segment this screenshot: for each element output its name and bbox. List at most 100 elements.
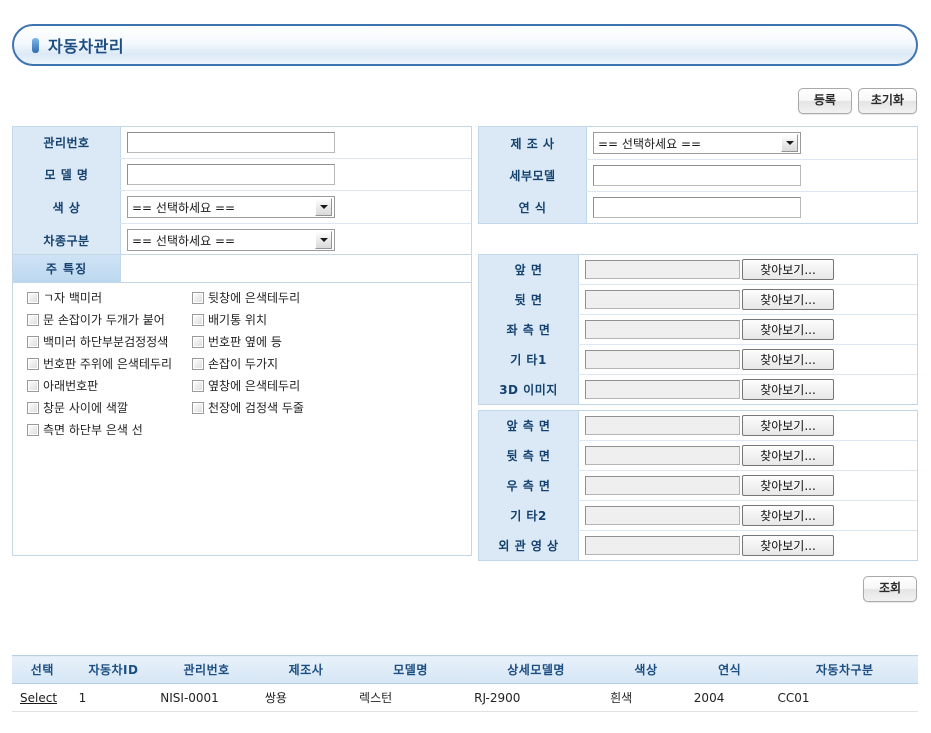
cell-year: 2004 <box>687 683 772 712</box>
feature-column-1: ㄱ자 백미러문 손잡이가 두개가 붙어백미러 하단부분검정정색번호판 주위에 은… <box>27 291 192 445</box>
select-value: == 선택하세요 == <box>598 136 702 151</box>
upload-path-input[interactable] <box>585 350 740 369</box>
feature-panel-title: 주 특징 <box>13 255 121 282</box>
checkbox-icon[interactable] <box>192 336 204 348</box>
basic-field-row: 세부모델 <box>479 160 917 192</box>
checkbox-icon[interactable] <box>27 358 39 370</box>
basic-field-row: 차종구분 == 선택하세요 == <box>13 224 471 256</box>
basic-field-value: == 선택하세요 == <box>587 127 917 159</box>
checkbox-icon[interactable] <box>27 424 39 436</box>
basic-field-select[interactable]: == 선택하세요 == <box>593 132 801 154</box>
feature-checkbox-item[interactable]: 천장에 검정색 두줄 <box>192 401 357 417</box>
feature-checkbox-item[interactable]: 손잡이 두가지 <box>192 357 357 373</box>
checkbox-icon[interactable] <box>192 314 204 326</box>
upload-path-input[interactable] <box>585 320 740 339</box>
upload-browse-button[interactable]: 찾아보기... <box>742 505 834 526</box>
cell-detail-model: RJ-2900 <box>468 683 605 712</box>
cell-car-id: 1 <box>72 683 155 712</box>
upload-path-input[interactable] <box>585 416 740 435</box>
upload-label: 우 측 면 <box>479 471 579 500</box>
basic-field-input[interactable] <box>127 164 335 185</box>
upload-path-input[interactable] <box>585 380 740 399</box>
feature-checkbox-label: ㄱ자 백미러 <box>43 291 103 305</box>
checkbox-icon[interactable] <box>27 314 39 326</box>
upload-value: 찾아보기... <box>579 531 917 560</box>
upload-path-input[interactable] <box>585 536 740 555</box>
feature-checkbox-item[interactable]: 창문 사이에 색깔 <box>27 401 192 417</box>
feature-checkbox-item[interactable]: 문 손잡이가 두개가 붙어 <box>27 313 192 329</box>
basic-field-label: 색 상 <box>13 191 121 223</box>
search-button-wrap: 조회 <box>863 576 917 602</box>
upload-path-input[interactable] <box>585 446 740 465</box>
upload-browse-button[interactable]: 찾아보기... <box>742 379 834 400</box>
results-column-header: 자동차구분 <box>771 655 918 684</box>
feature-checkbox-item[interactable]: 백미러 하단부분검정정색 <box>27 335 192 351</box>
checkbox-icon[interactable] <box>192 402 204 414</box>
feature-checkbox-item[interactable]: 번호판 옆에 등 <box>192 335 357 351</box>
upload-path-input[interactable] <box>585 506 740 525</box>
upload-value: 찾아보기... <box>579 375 917 404</box>
upload-browse-button[interactable]: 찾아보기... <box>742 259 834 280</box>
feature-checkbox-label: 손잡이 두가지 <box>208 357 279 371</box>
reset-button[interactable]: 초기화 <box>857 88 917 114</box>
basic-field-input[interactable] <box>593 197 801 218</box>
checkbox-icon[interactable] <box>192 380 204 392</box>
upload-row: 3D 이미지 찾아보기... <box>479 375 917 404</box>
feature-checkbox-item[interactable]: 측면 하단부 은색 선 <box>27 423 192 439</box>
feature-checkbox-item[interactable]: ㄱ자 백미러 <box>27 291 192 307</box>
upload-row: 외 관 영 상 찾아보기... <box>479 531 917 560</box>
checkbox-icon[interactable] <box>192 292 204 304</box>
basic-field-select[interactable]: == 선택하세요 == <box>127 229 335 251</box>
checkbox-icon[interactable] <box>27 380 39 392</box>
upload-row: 뒷 면 찾아보기... <box>479 285 917 315</box>
cell-select[interactable]: Select <box>12 683 73 712</box>
basic-field-input[interactable] <box>127 132 335 153</box>
basic-field-label: 모 델 명 <box>13 159 121 190</box>
register-button[interactable]: 등록 <box>797 88 852 114</box>
upload-browse-button[interactable]: 찾아보기... <box>742 289 834 310</box>
table-row[interactable]: Select 1 NISI-0001 쌍용 렉스턴 RJ-2900 흰색 2004 CC01 <box>12 683 918 712</box>
page-title: 자동차관리 <box>48 37 125 56</box>
basic-field-input[interactable] <box>593 165 801 186</box>
upload-browse-button[interactable]: 찾아보기... <box>742 445 834 466</box>
results-column-header: 제조사 <box>258 655 354 684</box>
upload-value: 찾아보기... <box>579 285 917 314</box>
feature-checkbox-item[interactable]: 옆창에 은색테두리 <box>192 379 357 395</box>
upload-label: 앞 면 <box>479 255 579 284</box>
chevron-down-icon[interactable] <box>315 198 332 216</box>
upload-browse-button[interactable]: 찾아보기... <box>742 319 834 340</box>
basic-field-label: 차종구분 <box>13 224 121 256</box>
upload-path-input[interactable] <box>585 290 740 309</box>
basic-field-row: 모 델 명 <box>13 159 471 191</box>
upload-path-input[interactable] <box>585 260 740 279</box>
feature-checkbox-label: 번호판 옆에 등 <box>208 335 282 349</box>
feature-checkbox-item[interactable]: 배기통 위치 <box>192 313 357 329</box>
feature-checkbox-label: 뒷창에 은색테두리 <box>208 291 301 305</box>
feature-checkbox-item[interactable]: 번호판 주위에 은색테두리 <box>27 357 192 373</box>
upload-value: 찾아보기... <box>579 501 917 530</box>
upload-browse-button[interactable]: 찾아보기... <box>742 475 834 496</box>
upload-browse-button[interactable]: 찾아보기... <box>742 349 834 370</box>
feature-checkbox-item[interactable]: 아래번호판 <box>27 379 192 395</box>
page-header: 자동차관리 <box>12 24 918 66</box>
checkbox-icon[interactable] <box>27 336 39 348</box>
chevron-down-icon[interactable] <box>315 231 332 249</box>
checkbox-icon[interactable] <box>27 292 39 304</box>
upload-path-input[interactable] <box>585 476 740 495</box>
results-table: 선택 자동차ID 관리번호 제조사 모델명 상세모델명 색상 연식 자동차구분 Select 1 N… <box>12 655 918 712</box>
upload-browse-button[interactable]: 찾아보기... <box>742 415 834 436</box>
feature-checkbox-item[interactable]: 뒷창에 은색테두리 <box>192 291 357 307</box>
image-upload-group-primary: 앞 면 찾아보기... 뒷 면 찾아보기... 좌 측 면 찾아보기... 기 타1 찾아보기… <box>478 254 918 405</box>
upload-browse-button[interactable]: 찾아보기... <box>742 535 834 556</box>
results-column-header: 선택 <box>12 655 73 684</box>
results-header-row: 선택 자동차ID 관리번호 제조사 모델명 상세모델명 색상 연식 자동차구분 <box>12 655 918 684</box>
row-select-link[interactable]: Select <box>20 691 57 705</box>
upload-label: 좌 측 면 <box>479 315 579 344</box>
upload-row: 기 타2 찾아보기... <box>479 501 917 531</box>
checkbox-icon[interactable] <box>27 402 39 414</box>
checkbox-icon[interactable] <box>192 358 204 370</box>
basic-field-select[interactable]: == 선택하세요 == <box>127 196 335 218</box>
upload-row: 뒷 측 면 찾아보기... <box>479 441 917 471</box>
chevron-down-icon[interactable] <box>781 134 798 152</box>
search-button[interactable]: 조회 <box>863 576 917 602</box>
